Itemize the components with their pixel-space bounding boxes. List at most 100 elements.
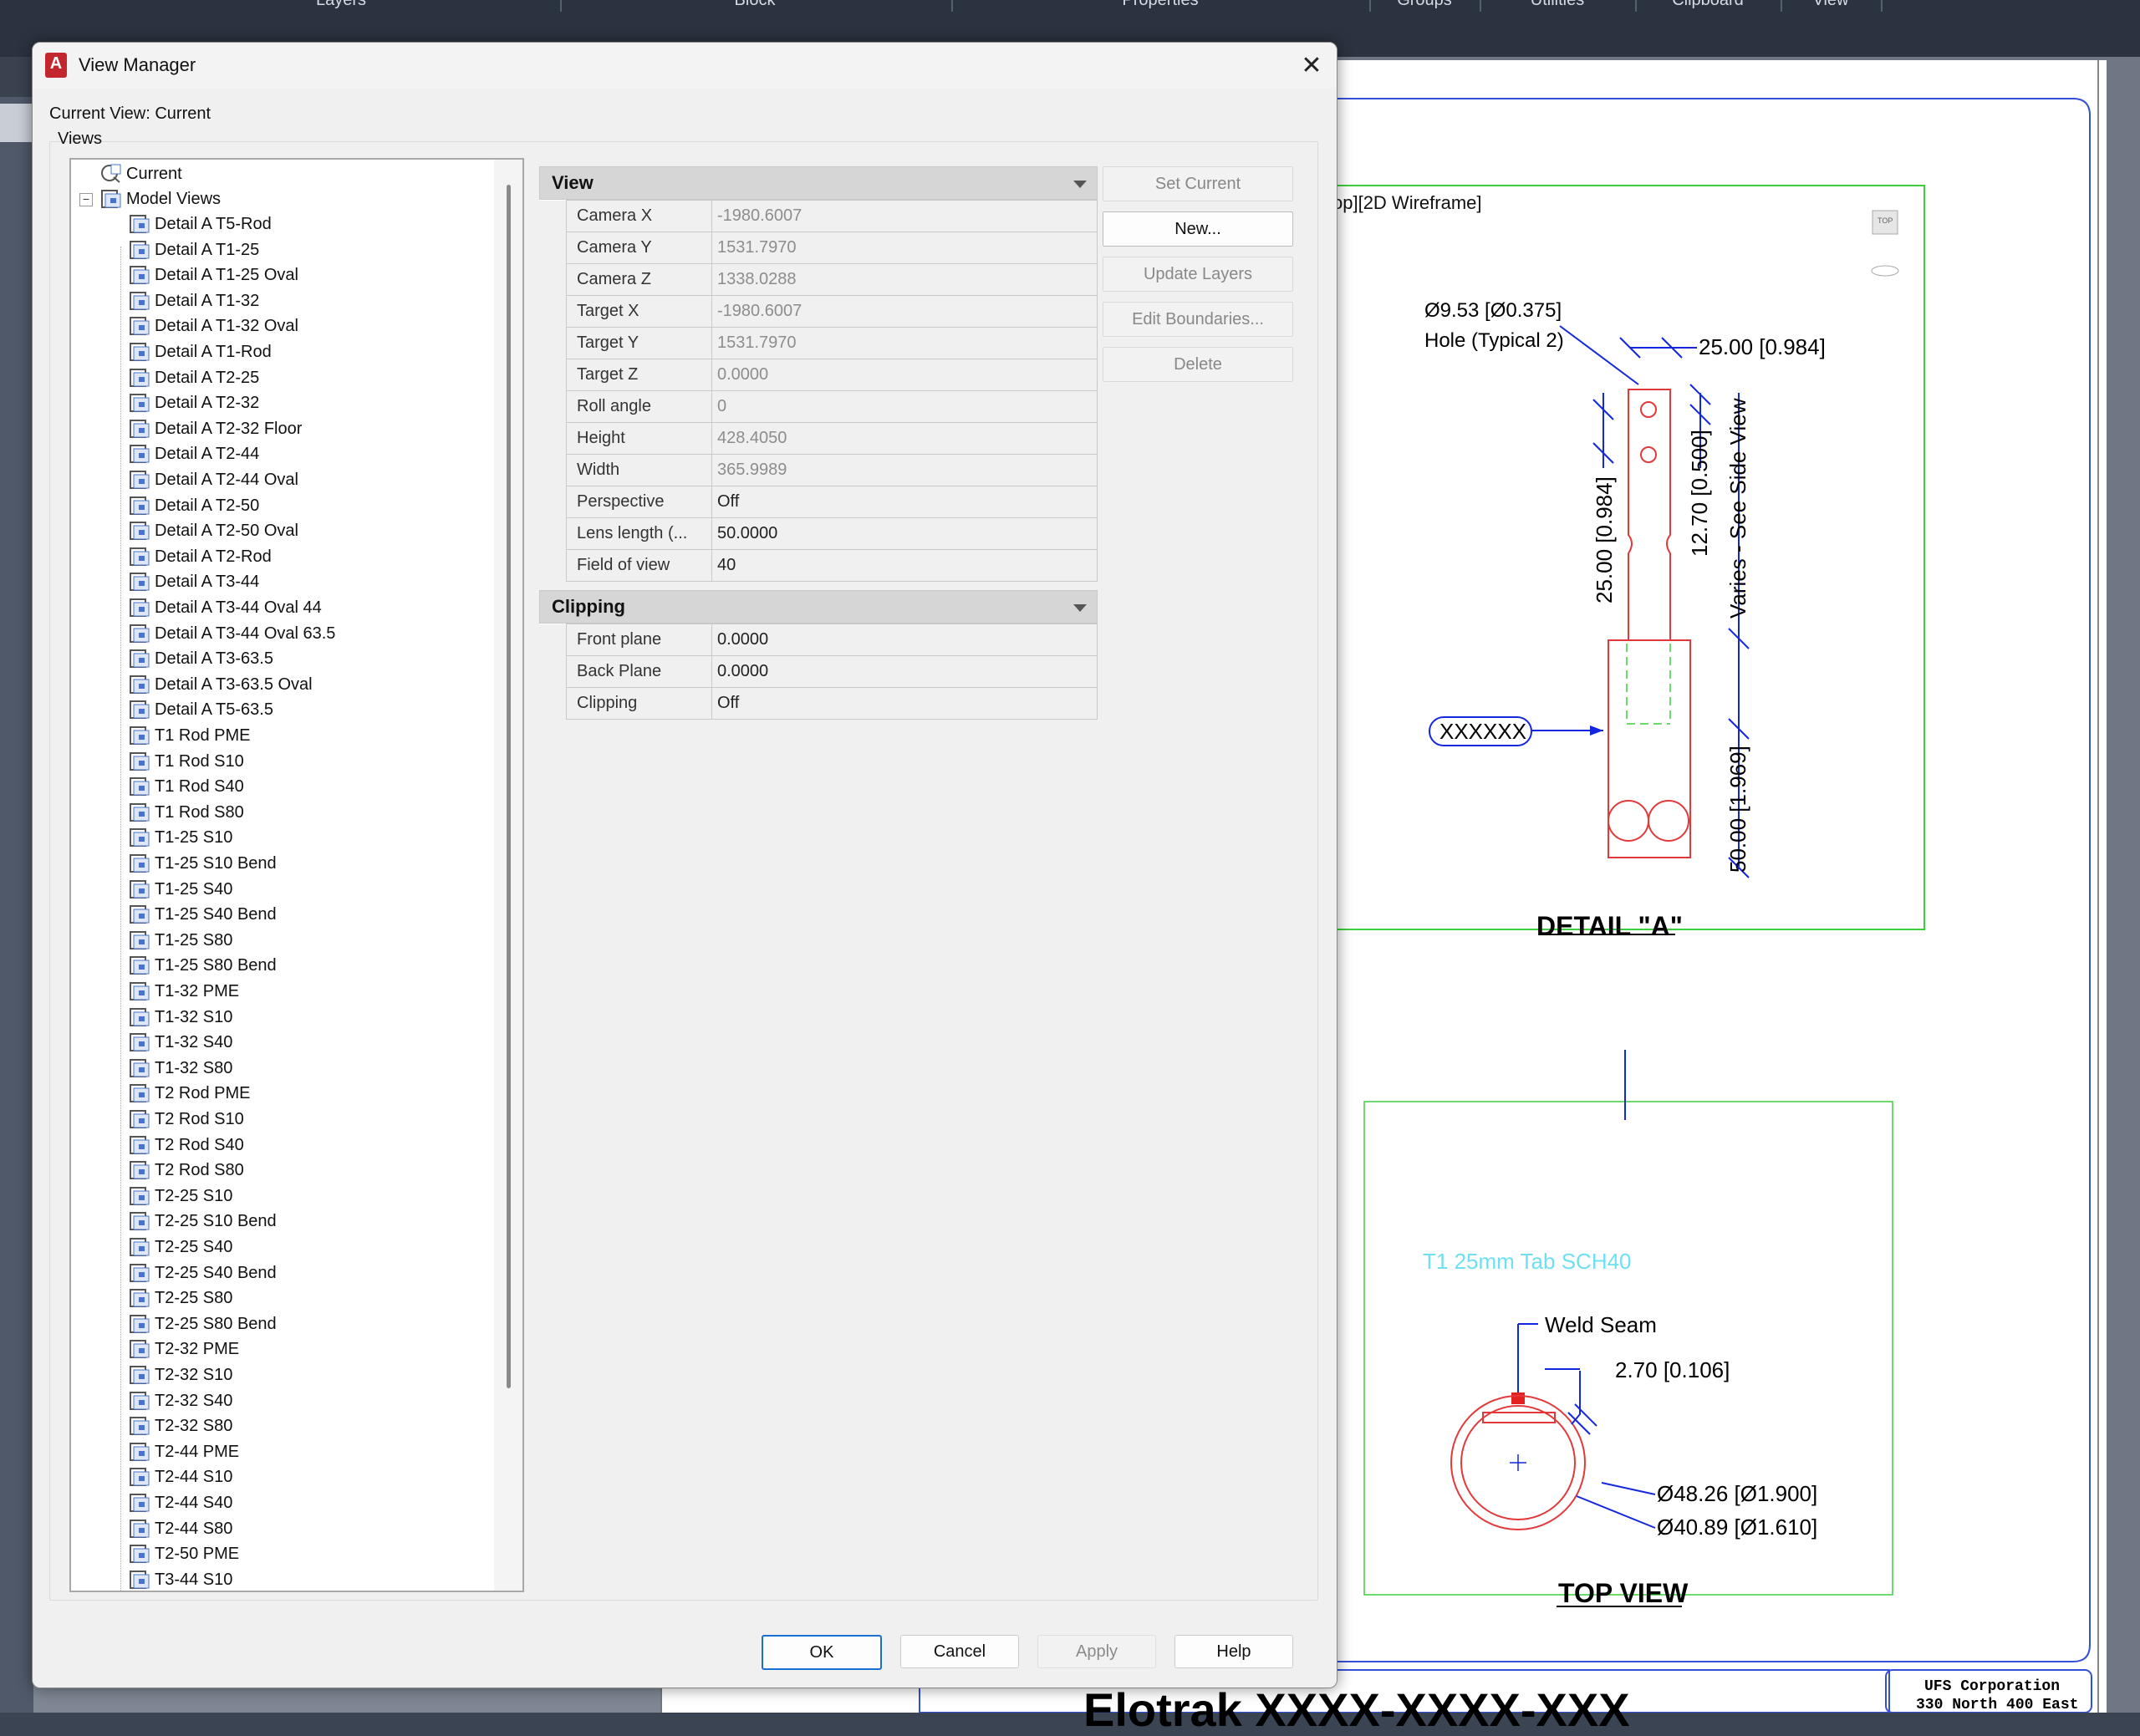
tree-item-view[interactable]: T3-44 S10 [130,1567,232,1591]
tree-item-view[interactable]: Detail A T1-32 Oval [130,313,298,339]
tree-item-view[interactable]: Detail A T2-50 Oval [130,518,298,543]
tree-item-view[interactable]: T2-25 S40 [130,1235,232,1260]
tree-item-view[interactable]: T2-25 S10 [130,1184,232,1209]
property-row[interactable]: Front plane 0.0000 [539,624,1098,656]
tree-item-view[interactable]: T2-32 PME [130,1336,239,1362]
property-row[interactable]: Width 365.9989 [539,454,1098,486]
clipping-section-header[interactable]: Clipping [539,590,1098,624]
tree-item-view[interactable]: Detail A T3-63.5 Oval [130,672,313,697]
tree-item-view[interactable]: T1-32 PME [130,979,239,1004]
tree-item-view[interactable]: Detail A T2-32 Floor [130,416,302,441]
tree-item-label: T1-25 S10 [155,828,233,848]
tree-scrollbar[interactable] [494,160,522,1591]
tree-item-view[interactable]: Detail A T1-Rod [130,339,272,364]
tree-item-view[interactable]: T1-25 S80 Bend [130,953,277,978]
tree-item-view[interactable]: T2-25 S80 [130,1285,232,1311]
tree-item-view[interactable]: Detail A T1-25 [130,237,259,262]
property-row[interactable]: Camera X -1980.6007 [539,200,1098,232]
new-view-button[interactable]: New... [1103,211,1293,247]
tree-item-view[interactable]: T2-32 S10 [130,1362,232,1387]
tree-item-view[interactable]: T1-25 S80 [130,928,232,953]
property-row[interactable]: Target Y 1531.7970 [539,327,1098,359]
tree-item-view[interactable]: T2-32 S80 [130,1413,232,1438]
tree-item-view[interactable]: Detail A T5-Rod [130,211,272,237]
tree-item-view[interactable]: Detail A T2-50 [130,493,259,518]
property-row[interactable]: Field of view 40 [539,549,1098,582]
tree-item-view[interactable]: Detail A T2-44 Oval [130,467,298,492]
property-row[interactable]: Back Plane 0.0000 [539,655,1098,688]
apply-button[interactable]: Apply [1037,1635,1156,1668]
tree-item-view[interactable]: T2 Rod S10 [130,1107,244,1132]
tree-item-view[interactable]: T1-25 S40 Bend [130,902,277,927]
tree-item-view[interactable]: T2-44 PME [130,1439,239,1464]
tree-item-view[interactable]: Detail A T5-63.5 [130,697,273,722]
ok-button[interactable]: OK [762,1635,882,1670]
property-value[interactable]: 40 [711,549,1098,582]
tree-item-view[interactable]: T1-32 S80 [130,1056,232,1081]
property-row[interactable]: Height 428.4050 [539,422,1098,455]
tree-item-view[interactable]: T1-25 S10 [130,825,232,850]
tree-item-view[interactable]: Detail A T3-63.5 [130,646,273,671]
tree-scrollbar-thumb[interactable] [507,185,511,1388]
tree-item-view[interactable]: T2-44 S40 [130,1490,232,1515]
tree-item-view[interactable]: T1-25 S40 [130,877,232,902]
named-view-icon [130,1390,150,1410]
close-button[interactable]: ✕ [1293,48,1330,84]
tree-item-view[interactable]: Detail A T1-25 Oval [130,262,298,288]
tree-item-view[interactable]: Detail A T2-25 [130,365,259,390]
tree-item-view[interactable]: T1 Rod PME [130,723,250,748]
update-layers-button[interactable]: Update Layers [1103,257,1293,292]
property-value[interactable]: 50.0000 [711,517,1098,550]
tree-item-view[interactable]: T2-32 S40 [130,1388,232,1413]
delete-button[interactable]: Delete [1103,347,1293,382]
property-value[interactable]: 0.0000 [711,624,1098,656]
property-row[interactable]: Roll angle 0 [539,390,1098,423]
tree-item-view[interactable]: T1-25 S10 Bend [130,851,277,876]
property-row[interactable]: Target X -1980.6007 [539,295,1098,328]
property-row[interactable]: Perspective Off [539,486,1098,518]
tree-item-view[interactable]: T1 Rod S10 [130,749,244,774]
tree-item-view[interactable]: Detail A T1-32 [130,288,259,313]
tree-item-view[interactable]: T1 Rod S40 [130,774,244,799]
edit-boundaries-button[interactable]: Edit Boundaries... [1103,302,1293,337]
property-row[interactable]: Clipping Off [539,687,1098,720]
view-section-header[interactable]: View [539,166,1098,200]
tree-item-view[interactable]: T2-44 S80 [130,1516,232,1541]
tree-item-view[interactable]: T1-32 S10 [130,1005,232,1030]
dialog-titlebar[interactable]: A View Manager ✕ [33,43,1337,89]
tree-item-view[interactable]: T2 Rod S40 [130,1133,244,1158]
set-current-button[interactable]: Set Current [1103,166,1293,201]
tree-item-view[interactable]: Detail A T3-44 [130,569,259,594]
tree-item-view[interactable]: T2-50 PME [130,1541,239,1566]
tree-item-model-views[interactable]: Model Views [101,186,221,211]
tree-item-current[interactable]: Current [101,161,182,186]
expander-toggle[interactable]: − [79,193,93,206]
collapse-arrow-icon[interactable] [1073,604,1087,612]
tree-item-view[interactable]: Detail A T3-44 Oval 63.5 [130,621,335,646]
tree-item-view[interactable]: Detail A T2-Rod [130,544,272,569]
named-view-icon [130,1082,150,1103]
property-row[interactable]: Camera Z 1338.0288 [539,263,1098,296]
property-row[interactable]: Lens length (... 50.0000 [539,517,1098,550]
property-value[interactable]: 0.0000 [711,655,1098,688]
help-button[interactable]: Help [1174,1635,1293,1668]
tree-item-view[interactable]: Detail A T2-44 [130,441,259,466]
tree-item-view[interactable]: T2-25 S80 Bend [130,1311,277,1336]
tree-item-view[interactable]: T2-25 S40 Bend [130,1260,277,1285]
views-tree[interactable]: Current − Model Views Detail A T5-Rod Det… [69,158,524,1592]
property-value[interactable]: Off [711,486,1098,518]
tree-item-view[interactable]: T1-32 S40 [130,1030,232,1055]
property-row[interactable]: Target Z 0.0000 [539,359,1098,391]
viewport-label[interactable]: op][2D Wireframe] [1332,192,1482,214]
tree-item-view[interactable]: Detail A T2-32 [130,390,259,415]
cancel-button[interactable]: Cancel [900,1635,1019,1668]
tree-item-view[interactable]: T2-25 S10 Bend [130,1209,277,1234]
tree-item-view[interactable]: T2-44 S10 [130,1464,232,1489]
tree-item-view[interactable]: T1 Rod S80 [130,800,244,825]
tree-item-view[interactable]: T2 Rod S80 [130,1158,244,1183]
tree-item-view[interactable]: T2 Rod PME [130,1081,250,1106]
property-value[interactable]: Off [711,687,1098,720]
tree-item-view[interactable]: Detail A T3-44 Oval 44 [130,595,322,620]
collapse-arrow-icon[interactable] [1073,181,1087,188]
property-row[interactable]: Camera Y 1531.7970 [539,232,1098,264]
